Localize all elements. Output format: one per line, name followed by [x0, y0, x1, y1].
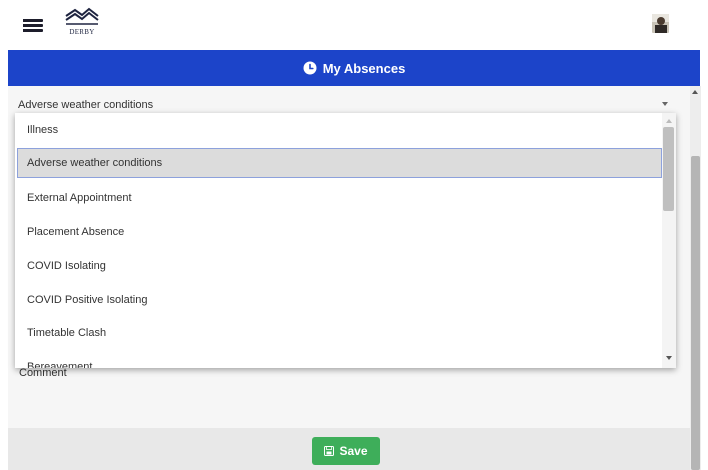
chevron-down-icon[interactable] — [662, 102, 668, 106]
page-title: My Absences — [322, 60, 406, 76]
save-button-label: Save — [339, 444, 368, 458]
dropdown-option[interactable]: COVID Positive Isolating — [15, 283, 665, 317]
dropdown-scroll-up-icon[interactable] — [666, 119, 672, 123]
dropdown-option-selected[interactable]: Adverse weather conditions — [17, 148, 662, 178]
scroll-up-arrow-icon[interactable] — [692, 90, 698, 94]
dropdown-option[interactable]: External Appointment — [15, 181, 665, 215]
dropdown-scroll-down-icon[interactable] — [666, 356, 672, 360]
save-button[interactable]: Save — [312, 437, 380, 465]
university-logo-mark-icon — [65, 7, 99, 25]
dropdown-option[interactable]: Bereavement — [15, 350, 665, 368]
save-icon — [324, 446, 335, 456]
absence-reason-select[interactable]: Adverse weather conditions — [17, 95, 675, 115]
comment-label: Comment — [19, 367, 67, 379]
dropdown-option[interactable]: COVID Isolating — [15, 249, 665, 283]
logo-text: DERBY — [69, 28, 95, 36]
dropdown-option[interactable]: Placement Absence — [15, 215, 665, 249]
absence-reason-value: Adverse weather conditions — [18, 99, 154, 111]
dropdown-scrollbar-thumb[interactable] — [663, 127, 674, 211]
university-logo[interactable]: DERBY — [63, 5, 101, 37]
hamburger-menu-icon[interactable] — [23, 19, 43, 33]
user-avatar[interactable] — [652, 14, 669, 33]
dropdown-option[interactable]: Illness — [15, 113, 665, 147]
absence-reason-dropdown: Illness Adverse weather conditions Exter… — [15, 113, 676, 368]
page-scrollbar-thumb[interactable] — [691, 156, 700, 470]
dropdown-option[interactable]: Timetable Clash — [15, 316, 665, 350]
clock-icon — [303, 61, 317, 75]
top-navbar: DERBY — [0, 0, 708, 50]
page-header: My Absences — [8, 50, 700, 86]
